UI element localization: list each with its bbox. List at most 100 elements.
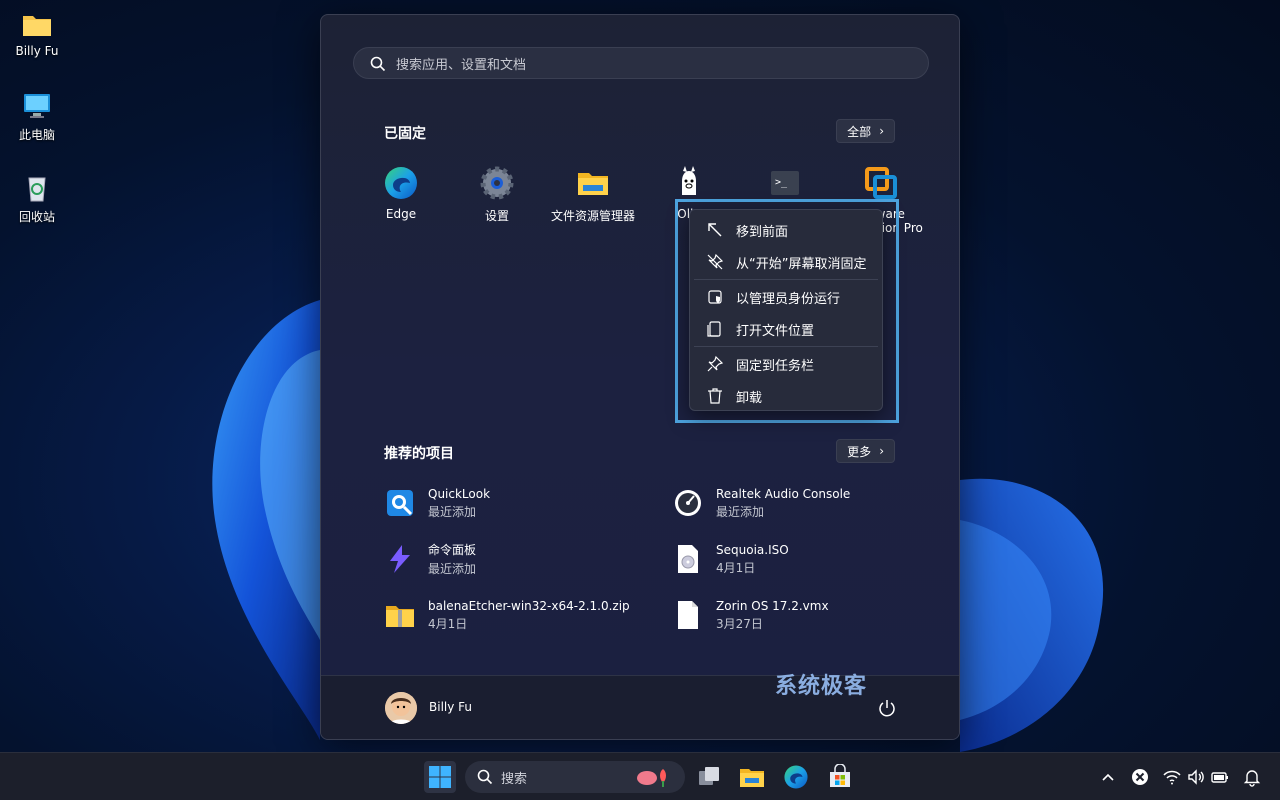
pinned-app-file-explorer[interactable]: 文件资源管理器 <box>545 165 641 224</box>
context-menu: 移到前面 从“开始”屏幕取消固定 以管理员身份运行 打开文件位置 固定到任务栏 … <box>689 209 883 411</box>
menu-item-open-file-location[interactable]: 打开文件位置 <box>694 313 878 345</box>
move-to-front-icon <box>708 223 722 237</box>
recommended-item-sub: 3月27日 <box>716 616 763 631</box>
menu-item-move-to-front[interactable]: 移到前面 <box>694 214 878 246</box>
taskbar-file-explorer[interactable] <box>736 761 768 793</box>
pinned-app-label: 设置 <box>484 209 509 223</box>
menu-item-unpin-from-start[interactable]: 从“开始”屏幕取消固定 <box>694 246 878 278</box>
file-location-icon <box>707 321 721 337</box>
search-placeholder: 搜索应用、设置和文档 <box>396 57 527 73</box>
chevron-right-icon: › <box>879 444 884 458</box>
recommended-item-sub: 最近添加 <box>716 504 765 519</box>
disc-image-icon <box>672 543 704 575</box>
user-name[interactable]: Billy Fu <box>429 700 472 714</box>
recommended-section-title: 推荐的项目 <box>384 446 454 462</box>
chevron-up-icon[interactable] <box>1098 767 1118 787</box>
menu-item-label: 固定到任务栏 <box>736 358 815 374</box>
menu-separator <box>694 279 878 280</box>
task-view-icon <box>699 767 719 785</box>
start-footer: 系统极客 Billy Fu <box>321 674 959 739</box>
power-icon[interactable] <box>877 698 897 718</box>
battery-icon[interactable] <box>1210 767 1230 787</box>
volume-icon[interactable] <box>1186 767 1206 787</box>
desktop-icon-label: 回收站 <box>18 210 55 224</box>
search-icon <box>477 769 493 785</box>
desktop-icon-label: 此电脑 <box>18 128 55 142</box>
recommended-item-sub: 最近添加 <box>428 504 477 519</box>
vmware-icon <box>863 165 899 201</box>
taskbar-store[interactable] <box>824 761 856 793</box>
pinned-app-edge[interactable]: Edge <box>353 165 449 221</box>
recommended-item-realtek[interactable]: Realtek Audio Console 最近添加 <box>672 481 952 525</box>
recommended-item-name: balenaEtcher-win32-x64-2.1.0.zip <box>428 598 630 613</box>
menu-separator <box>694 346 878 347</box>
start-button[interactable] <box>424 761 456 793</box>
file-icon <box>672 599 704 631</box>
menu-item-label: 打开文件位置 <box>736 323 815 339</box>
quicklook-icon <box>384 487 416 519</box>
desktop-icon-label: Billy Fu <box>15 44 59 58</box>
recommended-item-name: Zorin OS 17.2.vmx <box>716 598 829 613</box>
wifi-icon[interactable] <box>1162 767 1182 787</box>
computer-icon <box>21 90 53 122</box>
file-explorer-icon <box>740 769 764 787</box>
command-palette-icon <box>384 543 416 575</box>
zip-folder-icon <box>384 599 416 631</box>
desktop-icon-recycle-bin[interactable]: 回收站 <box>4 172 70 225</box>
settings-icon <box>479 165 515 201</box>
file-explorer-icon <box>575 165 611 201</box>
recommended-item-quicklook[interactable]: QuickLook 最近添加 <box>384 481 664 525</box>
menu-item-run-as-admin[interactable]: 以管理员身份运行 <box>694 281 878 313</box>
chevron-right-icon: › <box>879 124 884 138</box>
windows-logo-icon <box>429 766 451 788</box>
taskbar: 搜索 <box>0 752 1280 800</box>
all-apps-label: 全部 <box>847 124 872 139</box>
recommended-item-sub: 最近添加 <box>428 562 477 576</box>
notification-bell-icon[interactable] <box>1242 767 1262 787</box>
recommended-item-sub: 4月1日 <box>716 560 756 575</box>
menu-item-label: 移到前面 <box>736 224 789 240</box>
shield-icon <box>708 290 722 304</box>
recommended-item-name: Realtek Audio Console <box>716 486 851 501</box>
realtek-icon <box>672 487 704 519</box>
search-highlight-icon <box>637 769 666 787</box>
desktop-icon-this-pc[interactable]: 此电脑 <box>4 90 70 143</box>
taskbar-search-label: 搜索 <box>501 771 528 787</box>
recycle-bin-icon <box>21 172 53 204</box>
desktop-icon-user-folder[interactable]: Billy Fu <box>4 8 70 58</box>
terminal-icon: >_ <box>767 165 803 201</box>
taskbar-edge[interactable] <box>780 761 812 793</box>
recommended-item-sequoia-iso[interactable]: Sequoia.ISO 4月1日 <box>672 537 952 581</box>
avatar[interactable] <box>385 692 417 724</box>
recommended-item-balena-zip[interactable]: balenaEtcher-win32-x64-2.1.0.zip 4月1日 <box>384 593 664 637</box>
pinned-app-label: Edge <box>385 207 417 221</box>
recommended-item-command-palette[interactable]: 命令面板 最近添加 <box>384 537 664 581</box>
close-circle-icon[interactable] <box>1130 767 1150 787</box>
menu-item-uninstall[interactable]: 卸载 <box>694 380 878 412</box>
start-search-input[interactable]: 搜索应用、设置和文档 <box>353 47 929 79</box>
pinned-section-title: 已固定 <box>384 126 426 142</box>
taskbar-search[interactable]: 搜索 <box>465 761 685 793</box>
watermark-logo: 系统极客 <box>775 674 868 699</box>
recommended-item-sub: 4月1日 <box>428 616 468 631</box>
more-label: 更多 <box>847 444 872 459</box>
recommended-item-name: 命令面板 <box>428 543 477 557</box>
edge-icon <box>784 765 808 789</box>
recommended-item-name: Sequoia.ISO <box>716 542 789 557</box>
all-apps-button[interactable]: 全部 › <box>836 119 895 143</box>
pin-icon <box>707 355 724 372</box>
task-view-button[interactable] <box>693 761 725 793</box>
unpin-icon <box>707 253 724 270</box>
search-icon <box>370 56 386 72</box>
pinned-app-settings[interactable]: 设置 <box>449 165 545 224</box>
ollama-icon <box>671 165 707 201</box>
store-icon <box>830 764 850 787</box>
menu-item-pin-to-taskbar[interactable]: 固定到任务栏 <box>694 348 878 380</box>
menu-item-label: 以管理员身份运行 <box>736 291 841 307</box>
svg-text:>_: >_ <box>775 177 788 188</box>
folder-icon <box>21 8 53 40</box>
more-button[interactable]: 更多 › <box>836 439 895 463</box>
pinned-app-label: 文件资源管理器 <box>550 209 635 223</box>
recommended-item-zorin-vmx[interactable]: Zorin OS 17.2.vmx 3月27日 <box>672 593 952 637</box>
trash-icon <box>708 388 722 404</box>
